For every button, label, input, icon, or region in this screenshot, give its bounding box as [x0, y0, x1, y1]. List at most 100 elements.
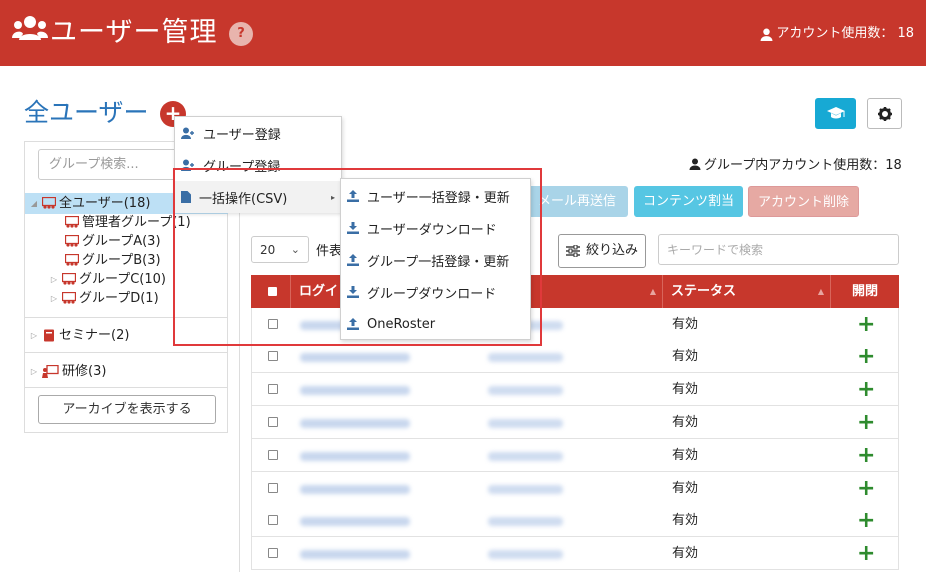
blurred-name: [488, 419, 563, 428]
row-status: 有効: [672, 546, 699, 561]
mail-resend-button[interactable]: メール再送信: [526, 186, 628, 217]
status-column-header[interactable]: ステータス ▲: [663, 275, 831, 308]
expand-plus-icon[interactable]: +: [857, 472, 875, 505]
blurred-name: [488, 386, 563, 395]
row-status: 有効: [672, 382, 699, 397]
menu-item-label: 一括操作(CSV): [199, 191, 288, 207]
users-icon: [12, 16, 48, 40]
content-assign-button[interactable]: コンテンツ割当: [634, 186, 743, 217]
submenu-item-label: ユーザーダウンロード: [367, 222, 497, 238]
page-title: 全ユーザー: [24, 98, 149, 127]
row-checkbox[interactable]: [268, 417, 278, 427]
settings-button[interactable]: [867, 98, 902, 129]
expand-plus-icon[interactable]: +: [857, 504, 875, 537]
select-all-cell: [251, 275, 291, 308]
upload-icon: [347, 318, 359, 330]
table-row: 有効 +: [251, 340, 899, 373]
expand-plus-icon[interactable]: +: [857, 340, 875, 373]
submenu-item-user-download[interactable]: ユーザーダウンロード: [341, 212, 530, 244]
row-status: 有効: [672, 415, 699, 430]
submenu-item-group-download[interactable]: グループダウンロード: [341, 276, 530, 308]
tree-item-group-c[interactable]: ▷ グループC(10): [49, 270, 166, 289]
app-header: ユーザー管理 ? アカウント使用数： 18: [0, 0, 926, 66]
sort-icon[interactable]: ▲: [650, 275, 656, 308]
tree-item-group-b[interactable]: グループB(3): [65, 251, 161, 270]
filter-label: 絞り込み: [585, 243, 638, 258]
user-icon: [689, 158, 701, 170]
tree-item-label: グループB(3): [82, 253, 161, 268]
tree-item-group-a[interactable]: グループA(3): [65, 232, 161, 251]
tree-item-label: 全ユーザー(18): [59, 196, 151, 211]
blurred-name: [488, 517, 563, 526]
account-delete-button[interactable]: アカウント削除: [748, 186, 859, 217]
group-icon: [65, 216, 79, 228]
expand-plus-icon[interactable]: +: [857, 537, 875, 570]
select-all-checkbox[interactable]: [268, 287, 277, 296]
expand-arrow-icon[interactable]: ▷: [49, 289, 59, 308]
row-checkbox[interactable]: [268, 515, 278, 525]
tree-item-seminar[interactable]: ▷ セミナー(2): [29, 326, 130, 345]
tree-item-label: グループC(10): [79, 272, 166, 287]
expand-arrow-icon[interactable]: ◢: [29, 194, 39, 213]
upload-icon: [347, 254, 359, 266]
blurred-name: [488, 353, 563, 362]
tree-item-label: セミナー(2): [59, 328, 130, 343]
per-page-select[interactable]: 20 ⌄: [251, 236, 309, 263]
tree-item-training[interactable]: ▷ 研修(3): [29, 362, 107, 381]
submenu-item-user-bulk-register[interactable]: ユーザー一括登録・更新: [341, 180, 530, 212]
blurred-login: [300, 419, 410, 428]
submenu-arrow-icon: ▸: [330, 192, 335, 202]
blurred-login: [300, 485, 410, 494]
row-checkbox[interactable]: [268, 548, 278, 558]
show-archive-button[interactable]: アーカイブを表示する: [38, 395, 216, 424]
submenu-item-group-bulk-register[interactable]: グループ一括登録・更新: [341, 244, 530, 276]
filter-button[interactable]: 絞り込み: [558, 234, 646, 268]
submenu-item-label: グループ一括登録・更新: [367, 254, 510, 270]
tree-item-group-d[interactable]: ▷ グループD(1): [49, 289, 159, 308]
chevron-down-icon: ⌄: [290, 243, 300, 256]
menu-item-bulk-csv[interactable]: 一括操作(CSV) ▸: [175, 181, 341, 213]
row-checkbox[interactable]: [268, 384, 278, 394]
group-icon: [62, 292, 76, 304]
presentation-icon: [42, 365, 59, 378]
tree-item-admin-group[interactable]: 管理者グループ(1): [65, 213, 191, 232]
status-header-label: ステータス: [671, 284, 737, 299]
expand-arrow-icon[interactable]: ▷: [49, 270, 59, 289]
row-checkbox[interactable]: [268, 450, 278, 460]
expand-plus-icon[interactable]: +: [857, 406, 875, 439]
row-status: 有効: [672, 448, 699, 463]
menu-item-label: ユーザー登録: [203, 127, 281, 143]
table-row: 有効 +: [251, 406, 899, 439]
group-account-usage: グループ内アカウント使用数：18: [689, 154, 902, 173]
course-button[interactable]: [815, 98, 856, 129]
tree-item-label: グループA(3): [82, 234, 161, 249]
blurred-login: [300, 386, 410, 395]
menu-item-group-register[interactable]: グループ登録: [175, 149, 341, 181]
row-checkbox[interactable]: [268, 483, 278, 493]
tree-item-label: 研修(3): [62, 364, 107, 379]
expand-plus-icon[interactable]: +: [857, 439, 875, 472]
blurred-login: [300, 353, 410, 362]
menu-item-label: グループ登録: [203, 159, 281, 175]
expand-arrow-icon[interactable]: ▷: [29, 362, 39, 381]
table-row: 有効 +: [251, 504, 899, 537]
open-header-label: 開閉: [851, 284, 878, 299]
row-checkbox[interactable]: [268, 319, 278, 329]
row-status: 有効: [672, 481, 699, 496]
group-icon: [65, 235, 79, 247]
sort-icon[interactable]: ▲: [818, 275, 824, 308]
menu-item-user-register[interactable]: ユーザー登録: [175, 117, 341, 149]
tree-item-all-users[interactable]: ◢ 全ユーザー(18): [29, 194, 151, 213]
blurred-name: [488, 485, 563, 494]
expand-plus-icon[interactable]: +: [857, 308, 875, 341]
expand-plus-icon[interactable]: +: [857, 373, 875, 406]
help-icon[interactable]: ?: [229, 22, 253, 46]
per-page-label: 件表: [316, 244, 343, 259]
submenu-item-label: グループダウンロード: [367, 286, 497, 302]
keyword-search-input[interactable]: キーワードで検索: [658, 234, 899, 265]
row-status: 有効: [672, 317, 699, 332]
row-checkbox[interactable]: [268, 351, 278, 361]
submenu-item-oneroster[interactable]: OneRoster: [341, 308, 530, 340]
expand-arrow-icon[interactable]: ▷: [29, 326, 39, 345]
tree-item-label: 管理者グループ(1): [82, 215, 191, 230]
